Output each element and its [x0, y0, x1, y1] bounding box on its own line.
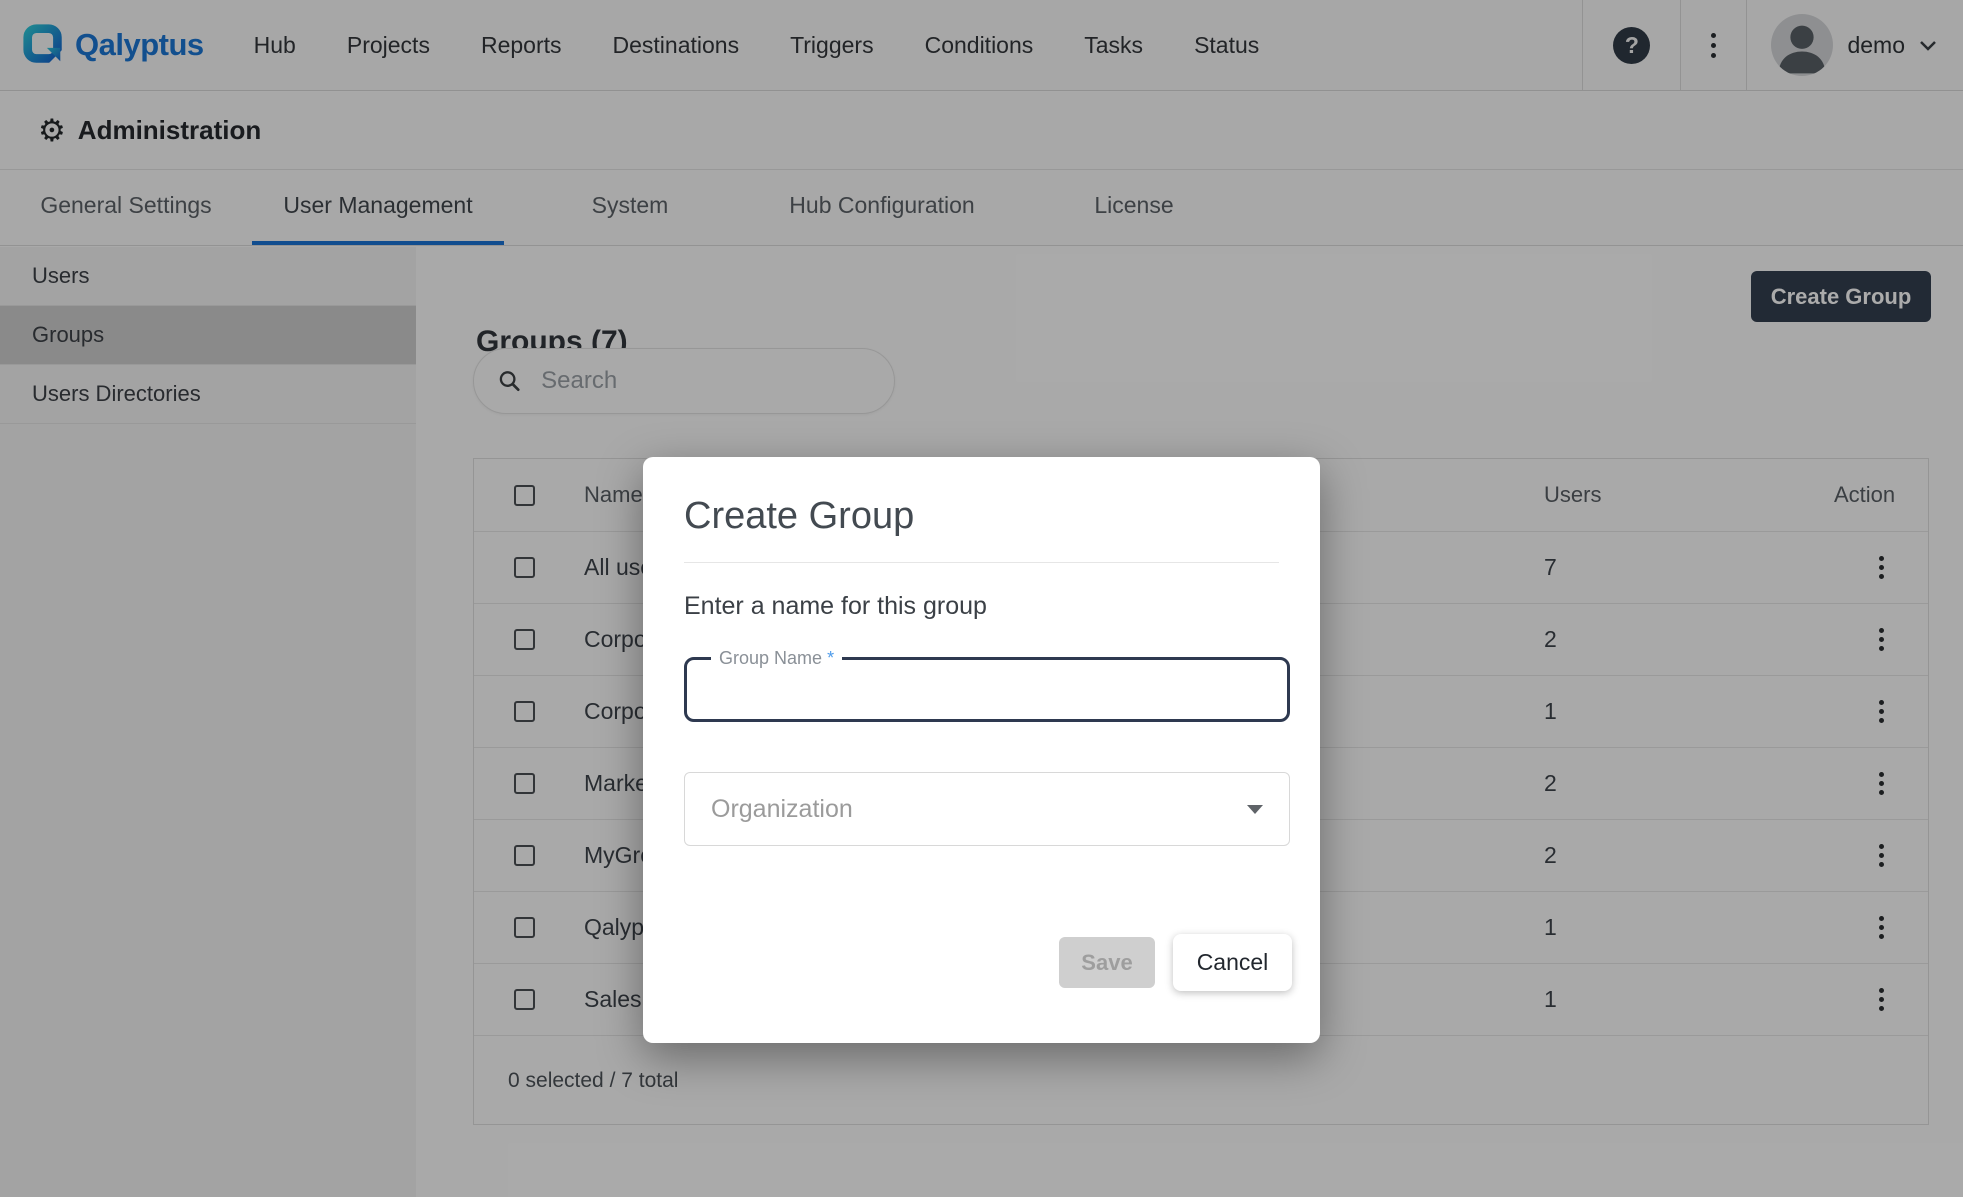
group-name-field: Group Name * — [684, 657, 1290, 722]
create-group-dialog: Create Group Enter a name for this group… — [643, 457, 1320, 1043]
save-button[interactable]: Save — [1059, 937, 1155, 988]
organization-select[interactable]: Organization — [684, 772, 1290, 846]
group-name-label: Group Name * — [711, 648, 842, 669]
dialog-prompt: Enter a name for this group — [684, 592, 987, 621]
organization-placeholder: Organization — [711, 795, 853, 824]
select-caret-icon — [1247, 805, 1263, 814]
app-window: Qalyptus Hub Projects Reports Destinatio… — [0, 0, 1963, 1197]
required-asterisk: * — [827, 648, 834, 668]
dialog-title: Create Group — [684, 495, 914, 538]
cancel-button[interactable]: Cancel — [1173, 934, 1292, 991]
dialog-divider — [684, 562, 1279, 563]
